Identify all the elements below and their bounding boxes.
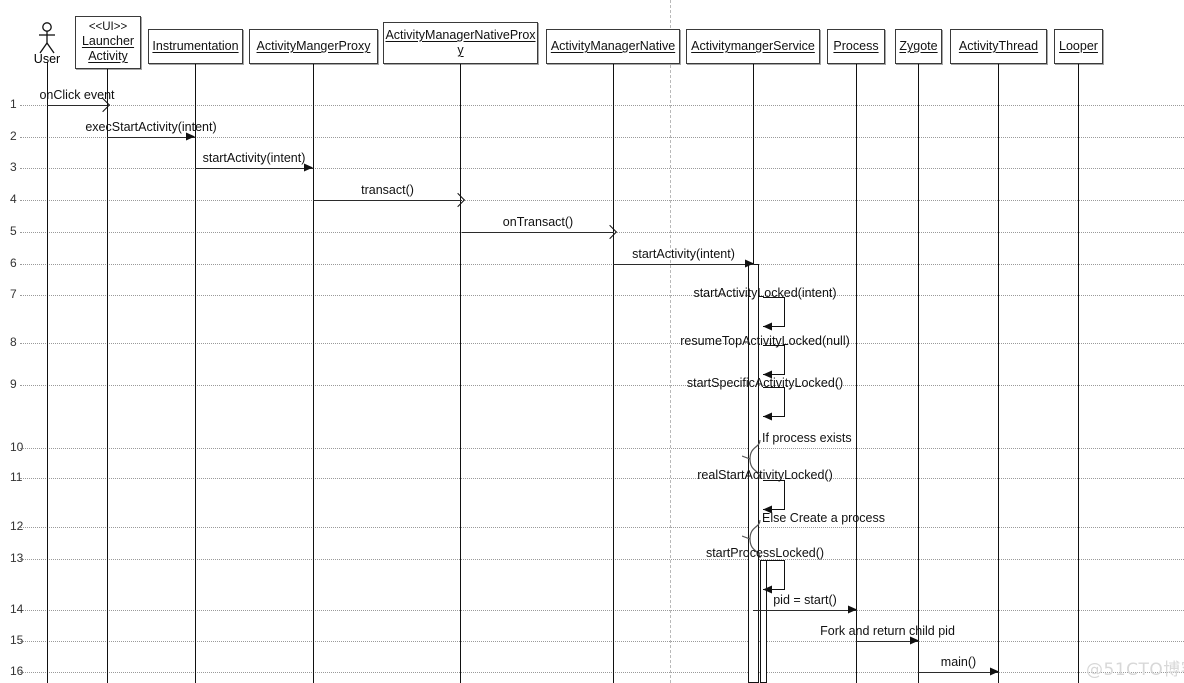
participant-ActivityManagerNativeProxy[interactable]: ActivityManagerNativeProx y xyxy=(383,22,538,64)
message-line-m3[interactable] xyxy=(195,168,313,169)
message-arrowhead-m5 xyxy=(602,224,618,240)
message-label-m6: startActivity(intent) xyxy=(632,247,735,261)
message-label-m15: main() xyxy=(940,655,977,669)
lifeline-user xyxy=(47,62,48,683)
self-call-label-s5: startProcessLocked() xyxy=(705,546,825,560)
participant-label: ActivityManagerNativeProx xyxy=(385,28,536,42)
lifeline-Instrumentation xyxy=(195,64,196,683)
lifeline-LauncherActivity xyxy=(107,69,108,683)
participant-Looper[interactable]: Looper xyxy=(1054,29,1103,64)
row-number: 4 xyxy=(10,192,17,206)
actor-label: User xyxy=(33,52,61,66)
lifeline-Process xyxy=(856,64,857,683)
message-line-m2[interactable] xyxy=(107,137,195,138)
participant-label: ActivityThread xyxy=(958,39,1039,53)
row-number: 6 xyxy=(10,256,17,270)
sequence-diagram-canvas: 1 2 3 4 5 6 7 8 9 10 11 12 13 14 15 16 User <<UI>> Launc… xyxy=(0,0,1184,683)
self-call-label-s1: startActivityLocked(intent) xyxy=(693,286,837,300)
message-label-m1: onClick event xyxy=(39,88,115,102)
row-number: 14 xyxy=(10,602,24,616)
participant-ActivityMangerProxy[interactable]: ActivityMangerProxy xyxy=(249,29,378,64)
participant-label: Instrumentation xyxy=(152,39,239,53)
message-line-m5[interactable] xyxy=(462,232,614,233)
participant-label: Process xyxy=(833,39,879,53)
message-arrowhead-m4 xyxy=(450,192,466,208)
user-actor-icon xyxy=(39,22,55,54)
page-split-guide xyxy=(670,0,671,683)
row-number: 1 xyxy=(10,97,17,111)
lifeline-ActivityManagerNative xyxy=(613,64,614,683)
lifeline-Looper xyxy=(1078,64,1079,683)
message-label-m4: transact() xyxy=(361,183,414,197)
row-number: 13 xyxy=(10,551,24,565)
participant-ActivityThread[interactable]: ActivityThread xyxy=(950,29,1047,64)
self-call-label-s4: realStartActivityLocked() xyxy=(697,468,833,482)
self-call-arrowhead-s4 xyxy=(763,505,772,514)
participant-label-line2: Activity xyxy=(88,49,128,63)
lifeline-ActivityMangerProxy xyxy=(313,64,314,683)
participant-label-line2: y xyxy=(457,43,464,57)
row-number: 8 xyxy=(10,335,17,349)
message-label-m3: startActivity(intent) xyxy=(202,151,306,165)
message-line-m6[interactable] xyxy=(613,264,754,265)
branch-label-b2: Else Create a process xyxy=(762,511,885,525)
lifeline-ActivityManagerNativeProxy xyxy=(460,64,461,683)
participant-label: Launcher xyxy=(81,34,135,48)
message-label-m13: pid = start() xyxy=(773,593,837,607)
row-number: 10 xyxy=(10,440,24,454)
message-line-m13[interactable] xyxy=(753,610,857,611)
participant-LauncherActivity[interactable]: <<UI>> Launcher Activity xyxy=(75,16,141,69)
self-call-label-s2: resumeTopActivityLocked(null) xyxy=(680,334,850,348)
row-number: 3 xyxy=(10,160,17,174)
participant-Instrumentation[interactable]: Instrumentation xyxy=(148,29,243,64)
participant-ActivitymangerService[interactable]: ActivitymangerService xyxy=(686,29,820,64)
message-arrowhead-m6 xyxy=(745,259,754,268)
message-arrowhead-m13 xyxy=(848,605,857,614)
participant-ActivityManagerNative[interactable]: ActivityManagerNative xyxy=(546,29,680,64)
self-call-arrowhead-s3 xyxy=(763,412,772,421)
watermark: @51CTO博客 xyxy=(1086,660,1184,680)
participant-Process[interactable]: Process xyxy=(827,29,885,64)
participant-label: Zygote xyxy=(899,39,938,53)
self-call-arrowhead-s5 xyxy=(763,585,772,594)
row-number: 11 xyxy=(10,470,23,484)
row-number: 7 xyxy=(10,287,17,301)
row-number: 2 xyxy=(10,129,17,143)
message-label-m14: Fork and return child pid xyxy=(820,624,955,638)
message-label-m2: execStartActivity(intent) xyxy=(85,120,217,134)
message-line-m15[interactable] xyxy=(918,672,999,673)
lifeline-ActivityThread xyxy=(998,64,999,683)
message-line-m4[interactable] xyxy=(313,200,462,201)
row-number: 5 xyxy=(10,224,17,238)
participant-label: Looper xyxy=(1059,39,1098,53)
row-number: 12 xyxy=(10,519,24,533)
message-arrowhead-m15 xyxy=(990,667,999,676)
lifeline-Zygote xyxy=(918,64,919,683)
participant-stereotype: <<UI>> xyxy=(88,21,128,33)
participant-Zygote[interactable]: Zygote xyxy=(895,29,942,64)
self-call-label-s3: startSpecificActivityLocked() xyxy=(686,376,844,390)
row-number: 16 xyxy=(10,664,24,678)
self-call-arrowhead-s1 xyxy=(763,322,772,331)
participant-label: ActivitymangerService xyxy=(691,39,815,53)
row-number: 15 xyxy=(10,633,24,647)
message-label-m5: onTransact() xyxy=(502,215,574,229)
participant-label: ActivityMangerProxy xyxy=(256,39,371,53)
actor-user xyxy=(35,22,59,56)
participant-label: ActivityManagerNative xyxy=(550,39,676,53)
branch-label-b1: If process exists xyxy=(762,431,852,445)
row-number: 9 xyxy=(10,377,17,391)
